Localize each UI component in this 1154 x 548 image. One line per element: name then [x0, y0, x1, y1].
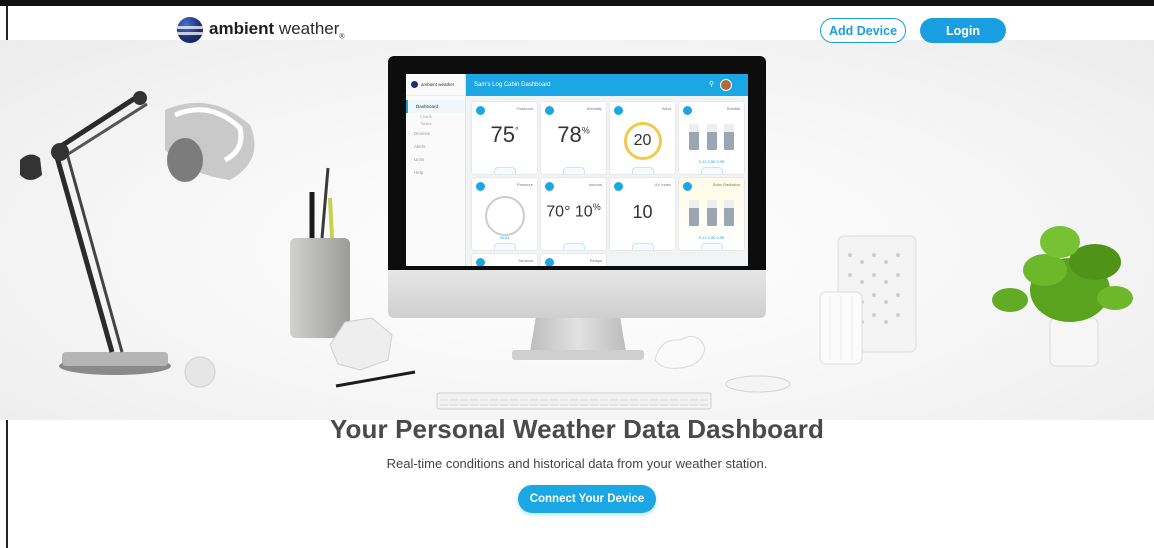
decor-ball — [184, 356, 216, 388]
add-device-button[interactable]: Add Device — [820, 18, 906, 43]
mouse — [725, 375, 791, 393]
pressure-gauge — [484, 196, 525, 236]
relay-icon — [545, 258, 554, 266]
card-expand-tab — [631, 167, 654, 174]
humidity-icon — [545, 106, 554, 115]
card-expand-tab — [631, 243, 654, 250]
card-rainfall: Rainfall 0.12 0.50 0.95 — [679, 102, 744, 174]
sun-icon — [614, 182, 623, 191]
card-pressure: Pressure 30.54 — [472, 178, 537, 250]
card-outdoors: Outdoors 75° — [472, 102, 537, 174]
monitor-base — [512, 350, 644, 360]
pencil — [335, 370, 416, 388]
login-button[interactable]: Login — [920, 18, 1006, 43]
wind-icon — [614, 106, 623, 115]
monitor-stand — [530, 318, 626, 352]
solar-icon — [683, 182, 692, 191]
screen-nav-dashboard: Dashboard — [406, 100, 465, 113]
screen-logo: ambient weather — [406, 74, 465, 96]
rain-icon — [683, 106, 692, 115]
solar-bars — [689, 200, 734, 226]
card-expand-tab — [700, 167, 723, 174]
card-uv-index: UV Index 10 — [610, 178, 675, 250]
screen-nav-tables: Tables — [420, 121, 432, 126]
thermometer-icon — [476, 106, 485, 115]
screen-cards: Outdoors 75° Humidity 78% Wind 20 Rainfa… — [472, 102, 744, 266]
card-expand-tab — [493, 243, 516, 250]
dashboard-screenshot: ambient weather Dashboard Charts Tables … — [406, 74, 748, 266]
screen-logo-icon — [411, 81, 418, 88]
card-humidity: Humidity 78% — [541, 102, 606, 174]
card-expand-tab — [562, 243, 585, 250]
vases — [819, 235, 917, 365]
card-solar-radiation: Solar Radiation 0.12 0.50 0.95 — [679, 178, 744, 250]
screen-nav-devices: Devices — [414, 131, 431, 136]
top-frame-border — [0, 0, 1154, 6]
desk-lamp — [20, 91, 255, 375]
monitor-chin — [388, 270, 766, 318]
brand-name: ambient weather® — [209, 19, 345, 41]
connect-device-button[interactable]: Connect Your Device — [518, 485, 656, 513]
screen-nav: Dashboard Charts Tables Devices Alerts U… — [406, 96, 465, 179]
card-expand-tab — [493, 167, 516, 174]
screen-nav-charts: Charts — [420, 114, 432, 119]
card-relays: Relays — [541, 254, 606, 266]
home-icon — [545, 182, 554, 191]
hero-subtitle: Real-time conditions and historical data… — [386, 456, 768, 471]
screen-sidebar: ambient weather Dashboard Charts Tables … — [406, 74, 466, 266]
screen-avatar — [720, 79, 732, 91]
rain-bars — [689, 124, 734, 150]
pen-holder — [290, 167, 350, 338]
brand-logo[interactable]: ambient weather® — [177, 17, 345, 43]
card-indoors: Indoors 70° 10% — [541, 178, 606, 250]
screen-nav-units: Units — [414, 157, 425, 162]
bird-figurine — [654, 335, 706, 369]
screen-topbar: Sam's Log Cabin Dashboard ⚲ — [466, 74, 748, 96]
ambient-weather-logo-icon — [177, 17, 203, 43]
screen-nav-help: Help — [414, 170, 424, 175]
keyboard — [436, 392, 712, 410]
card-sensors: Sensors — [472, 254, 537, 266]
card-expand-tab — [700, 243, 723, 250]
potted-plant — [992, 226, 1133, 367]
screen-nav-alerts: Alerts — [414, 144, 426, 149]
pressure-icon — [476, 182, 485, 191]
hero-title: Your Personal Weather Data Dashboard — [330, 414, 824, 444]
screen-search-icon: ⚲ — [708, 81, 714, 88]
sensor-icon — [476, 258, 485, 266]
card-wind: Wind 20 — [610, 102, 675, 174]
card-expand-tab — [562, 167, 585, 174]
